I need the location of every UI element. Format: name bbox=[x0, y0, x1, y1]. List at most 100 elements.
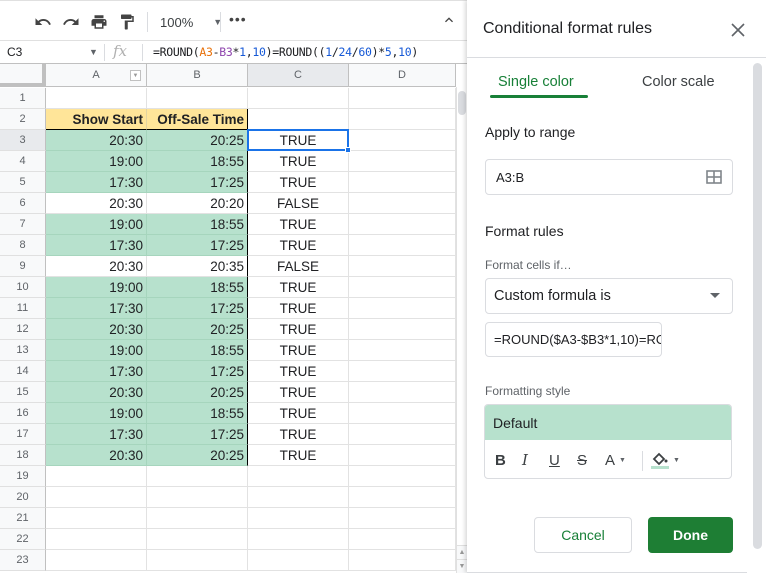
row-header-16[interactable]: 16 bbox=[0, 403, 46, 424]
cell-c17[interactable]: TRUE bbox=[248, 424, 349, 445]
cell-b21[interactable] bbox=[147, 508, 248, 529]
cell-a16[interactable]: 19:00 bbox=[46, 403, 147, 424]
cell-d4[interactable] bbox=[349, 151, 456, 172]
cell-d2[interactable] bbox=[349, 109, 456, 130]
paint-format-icon[interactable] bbox=[116, 11, 138, 33]
row-header-5[interactable]: 5 bbox=[0, 172, 46, 193]
underline-icon[interactable]: U bbox=[549, 450, 560, 470]
cell-a1[interactable] bbox=[46, 88, 147, 109]
cell-d21[interactable] bbox=[349, 508, 456, 529]
cell-b17[interactable]: 17:25 bbox=[147, 424, 248, 445]
cell-c4[interactable]: TRUE bbox=[248, 151, 349, 172]
cell-d16[interactable] bbox=[349, 403, 456, 424]
cell-a10[interactable]: 19:00 bbox=[46, 277, 147, 298]
row-header-15[interactable]: 15 bbox=[0, 382, 46, 403]
cell-c5[interactable]: TRUE bbox=[248, 172, 349, 193]
cell-b10[interactable]: 18:55 bbox=[147, 277, 248, 298]
cell-b15[interactable]: 20:25 bbox=[147, 382, 248, 403]
row-header-10[interactable]: 10 bbox=[0, 277, 46, 298]
undo-icon[interactable] bbox=[32, 11, 54, 33]
row-header-3[interactable]: 3 bbox=[0, 130, 46, 151]
chevron-down-icon[interactable]: ▼ bbox=[89, 47, 98, 57]
cell-a7[interactable]: 19:00 bbox=[46, 214, 147, 235]
cell-a9[interactable]: 20:30 bbox=[46, 256, 147, 277]
cell-c11[interactable]: TRUE bbox=[248, 298, 349, 319]
cell-b18[interactable]: 20:25 bbox=[147, 445, 248, 466]
zoom-select[interactable]: 100% ▼ bbox=[160, 11, 222, 33]
row-header-7[interactable]: 7 bbox=[0, 214, 46, 235]
cell-c16[interactable]: TRUE bbox=[248, 403, 349, 424]
cell-a12[interactable]: 20:30 bbox=[46, 319, 147, 340]
fill-handle[interactable] bbox=[345, 147, 351, 153]
cell-b4[interactable]: 18:55 bbox=[147, 151, 248, 172]
cell-d9[interactable] bbox=[349, 256, 456, 277]
cell-d5[interactable] bbox=[349, 172, 456, 193]
row-header-2[interactable]: 2 bbox=[0, 109, 46, 130]
cell-d20[interactable] bbox=[349, 487, 456, 508]
cell-c13[interactable]: TRUE bbox=[248, 340, 349, 361]
filter-icon[interactable]: ▼ bbox=[130, 70, 141, 81]
row-header-18[interactable]: 18 bbox=[0, 445, 46, 466]
cell-b12[interactable]: 20:25 bbox=[147, 319, 248, 340]
cell-b5[interactable]: 17:25 bbox=[147, 172, 248, 193]
cell-c20[interactable] bbox=[248, 487, 349, 508]
collapse-up-icon[interactable] bbox=[441, 12, 457, 28]
cell-a22[interactable] bbox=[46, 529, 147, 550]
cell-b22[interactable] bbox=[147, 529, 248, 550]
cell-b8[interactable]: 17:25 bbox=[147, 235, 248, 256]
row-header-23[interactable]: 23 bbox=[0, 550, 46, 571]
cell-d19[interactable] bbox=[349, 466, 456, 487]
cell-a17[interactable]: 17:30 bbox=[46, 424, 147, 445]
column-header-a[interactable]: A ▼ bbox=[46, 64, 147, 87]
select-range-icon[interactable] bbox=[706, 169, 722, 185]
cell-a15[interactable]: 20:30 bbox=[46, 382, 147, 403]
cell-b23[interactable] bbox=[147, 550, 248, 571]
row-header-12[interactable]: 12 bbox=[0, 319, 46, 340]
row-header-1[interactable]: 1 bbox=[0, 88, 46, 109]
redo-icon[interactable] bbox=[60, 11, 82, 33]
italic-icon[interactable]: I bbox=[522, 450, 528, 470]
row-header-14[interactable]: 14 bbox=[0, 361, 46, 382]
cell-a20[interactable] bbox=[46, 487, 147, 508]
cell-a3[interactable]: 20:30 bbox=[46, 130, 147, 151]
cell-a13[interactable]: 19:00 bbox=[46, 340, 147, 361]
select-all-corner[interactable] bbox=[0, 64, 46, 87]
column-header-c[interactable]: C bbox=[248, 64, 349, 87]
cell-d14[interactable] bbox=[349, 361, 456, 382]
bold-icon[interactable]: B bbox=[495, 450, 506, 470]
fill-color-button[interactable]: ▼ bbox=[651, 450, 680, 470]
cell-b20[interactable] bbox=[147, 487, 248, 508]
cell-d15[interactable] bbox=[349, 382, 456, 403]
row-header-11[interactable]: 11 bbox=[0, 298, 46, 319]
cell-c18[interactable]: TRUE bbox=[248, 445, 349, 466]
cell-a19[interactable] bbox=[46, 466, 147, 487]
print-icon[interactable] bbox=[88, 11, 110, 33]
cell-b7[interactable]: 18:55 bbox=[147, 214, 248, 235]
cell-c6[interactable]: FALSE bbox=[248, 193, 349, 214]
scroll-up-arrow-icon[interactable]: ▲ bbox=[456, 545, 467, 559]
cell-a18[interactable]: 20:30 bbox=[46, 445, 147, 466]
cell-c21[interactable] bbox=[248, 508, 349, 529]
cell-c1[interactable] bbox=[248, 88, 349, 109]
range-input[interactable]: A3:B bbox=[485, 159, 733, 195]
row-header-8[interactable]: 8 bbox=[0, 235, 46, 256]
cell-b13[interactable]: 18:55 bbox=[147, 340, 248, 361]
condition-dropdown[interactable]: Custom formula is bbox=[485, 278, 733, 314]
cell-c12[interactable]: TRUE bbox=[248, 319, 349, 340]
cancel-button[interactable]: Cancel bbox=[534, 517, 632, 553]
cell-d11[interactable] bbox=[349, 298, 456, 319]
cell-c9[interactable]: FALSE bbox=[248, 256, 349, 277]
row-header-22[interactable]: 22 bbox=[0, 529, 46, 550]
panel-scrollbar[interactable] bbox=[753, 63, 762, 549]
cell-b19[interactable] bbox=[147, 466, 248, 487]
row-header-9[interactable]: 9 bbox=[0, 256, 46, 277]
cell-c8[interactable]: TRUE bbox=[248, 235, 349, 256]
cell-a14[interactable]: 17:30 bbox=[46, 361, 147, 382]
cell-b9[interactable]: 20:35 bbox=[147, 256, 248, 277]
row-header-13[interactable]: 13 bbox=[0, 340, 46, 361]
text-color-button[interactable]: A ▼ bbox=[605, 450, 626, 470]
scroll-down-arrow-icon[interactable]: ▼ bbox=[456, 559, 467, 573]
cell-d12[interactable] bbox=[349, 319, 456, 340]
cell-d7[interactable] bbox=[349, 214, 456, 235]
row-header-4[interactable]: 4 bbox=[0, 151, 46, 172]
